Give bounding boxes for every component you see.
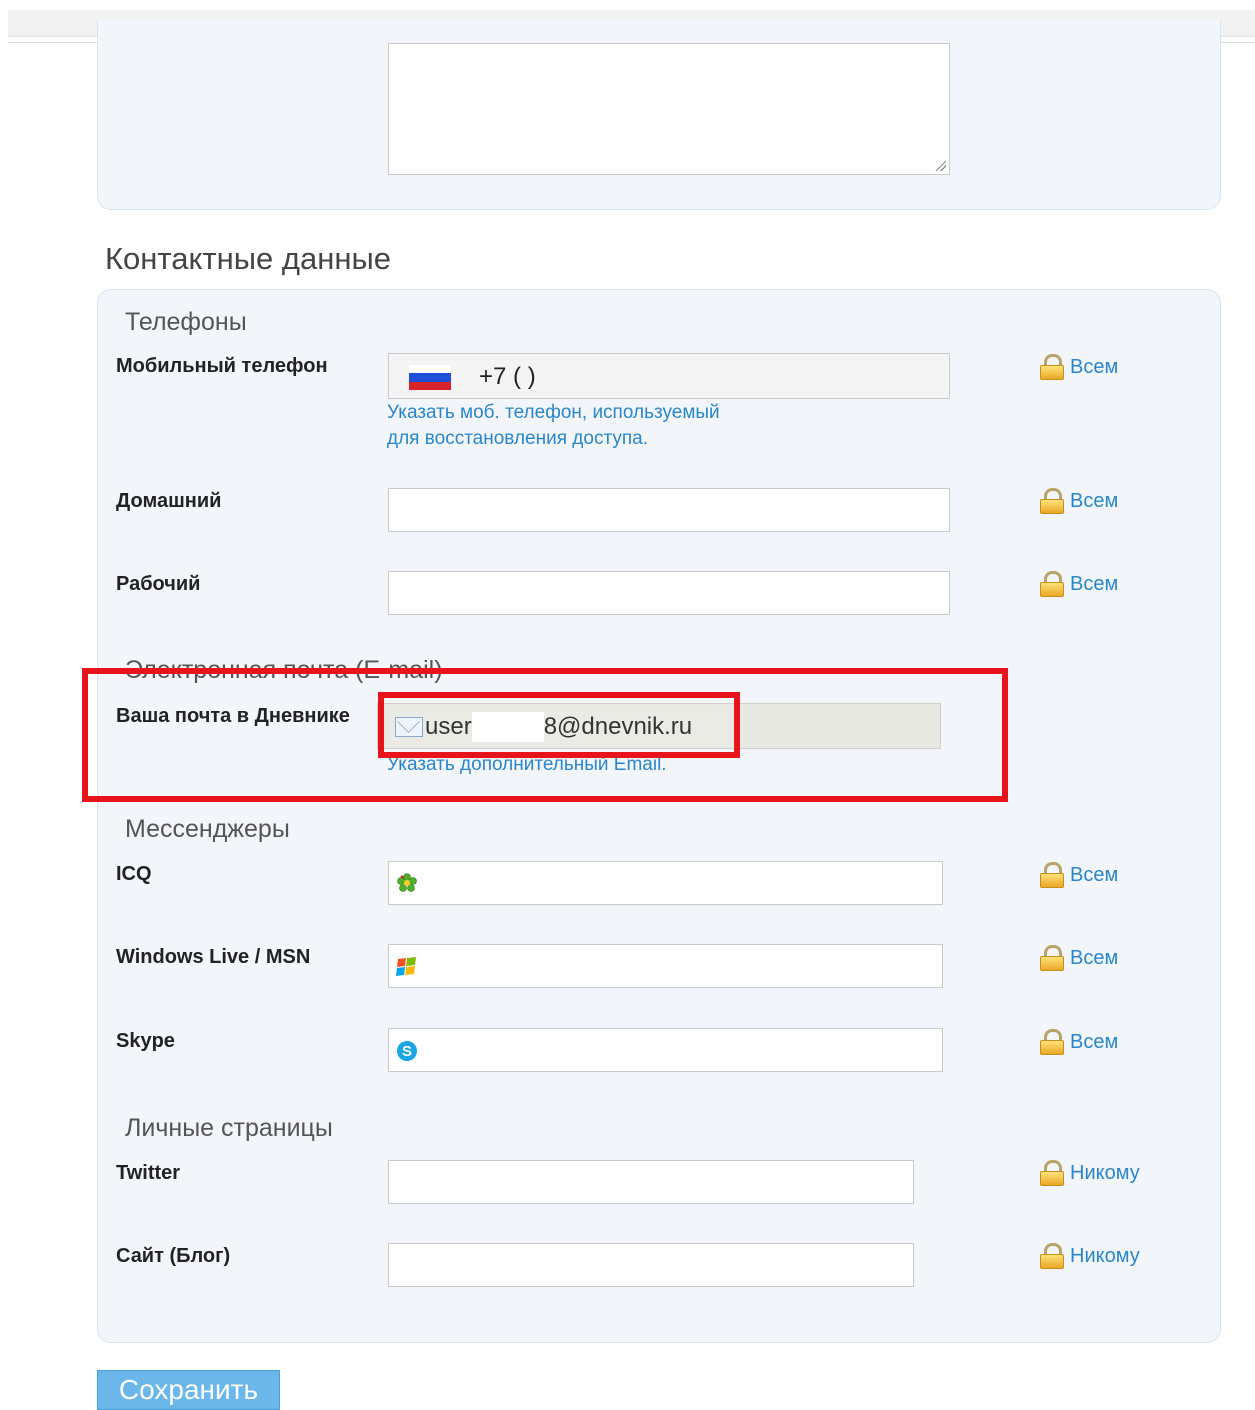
lock-icon [1040,488,1064,514]
about-textarea[interactable] [388,43,950,175]
site-label: Сайт (Блог) [116,1245,231,1267]
mobile-phone-hint-link[interactable]: Указать моб. телефон, используемый для в… [387,400,720,452]
privacy-site[interactable]: Никому [1040,1243,1140,1269]
privacy-skype[interactable]: Всем [1040,1029,1118,1055]
skype-input[interactable]: S [388,1028,943,1072]
mobile-phone-value: +7 ( ) [479,363,536,390]
home-phone-label: Домашний [116,490,222,512]
group-title-messengers: Мессенджеры [125,815,290,843]
privacy-label: Всем [1070,1030,1119,1053]
group-title-phones: Телефоны [125,308,247,336]
mobile-hint-line1: Указать моб. телефон, используемый [387,402,720,423]
skype-label: Skype [116,1030,175,1052]
mobile-hint-line2: для восстановления доступа. [387,428,648,449]
privacy-label: Всем [1070,863,1119,886]
privacy-label: Никому [1070,1244,1140,1267]
icq-label: ICQ [116,863,152,885]
privacy-icq[interactable]: Всем [1040,862,1118,888]
highlight-box-email-value [378,692,740,758]
privacy-label: Никому [1070,1161,1140,1184]
lock-icon [1040,354,1064,380]
privacy-home[interactable]: Всем [1040,488,1118,514]
section-title: Контактные данные [105,241,391,276]
privacy-label: Всем [1070,946,1119,969]
save-button[interactable]: Сохранить [97,1370,280,1410]
privacy-mobile[interactable]: Всем [1040,354,1118,380]
privacy-label: Всем [1070,355,1119,378]
work-phone-label: Рабочий [116,573,201,595]
msn-input[interactable] [388,944,943,988]
group-title-personal-pages: Личные страницы [125,1114,333,1142]
home-phone-input[interactable] [388,488,950,532]
lock-icon [1040,1243,1064,1269]
svg-text:S: S [402,1043,412,1060]
privacy-msn[interactable]: Всем [1040,945,1118,971]
privacy-twitter[interactable]: Никому [1040,1160,1140,1186]
icq-input[interactable] [388,861,943,905]
resize-grip-icon[interactable] [934,159,946,171]
privacy-label: Всем [1070,489,1119,512]
twitter-input[interactable] [388,1160,914,1204]
icq-icon [397,873,417,892]
mobile-phone-label: Мобильный телефон [116,355,328,377]
lock-icon [1040,862,1064,888]
lock-icon [1040,1160,1064,1186]
msn-label: Windows Live / MSN [116,946,311,968]
privacy-work[interactable]: Всем [1040,571,1118,597]
russia-flag-icon[interactable] [409,365,451,390]
work-phone-input[interactable] [388,571,950,615]
lock-icon [1040,571,1064,597]
skype-icon: S [397,1041,417,1061]
lock-icon [1040,945,1064,971]
mobile-phone-input[interactable]: +7 ( ) [388,353,950,399]
msn-icon [396,957,416,976]
twitter-label: Twitter [116,1162,181,1184]
lock-icon [1040,1029,1064,1055]
privacy-label: Всем [1070,572,1119,595]
site-input[interactable] [388,1243,914,1287]
